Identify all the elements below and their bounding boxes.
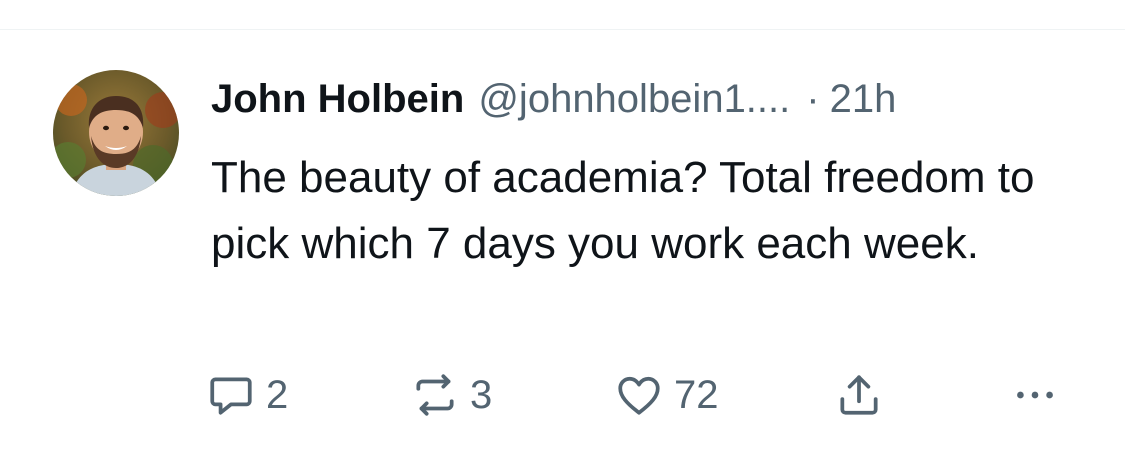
more-button[interactable] [1010,368,1060,422]
more-icon [1010,370,1060,420]
avatar[interactable] [53,70,179,196]
share-icon [834,370,884,420]
author-name[interactable]: John Holbein [211,74,464,124]
heart-icon [614,370,664,420]
separator-dot: · [806,77,820,121]
avatar-photo [53,70,179,196]
like-button[interactable]: 72 [614,368,719,422]
retweet-count: 3 [470,372,493,417]
action-bar: 2 3 72 [206,368,1076,422]
tweet-timestamp[interactable]: 21h [830,74,897,124]
reply-button[interactable]: 2 [206,368,288,422]
author-handle[interactable]: @johnholbein1.... [478,74,790,124]
tweet-header: John Holbein @johnholbein1.... · 21h [211,74,896,124]
share-button[interactable] [834,368,884,422]
tweet-text: The beauty of academia? Total freedom to… [211,153,1035,268]
top-divider [0,29,1125,30]
comment-icon [206,370,256,420]
reply-count: 2 [266,372,289,417]
retweet-icon [410,370,460,420]
like-count: 72 [674,372,719,417]
retweet-button[interactable]: 3 [410,368,492,422]
